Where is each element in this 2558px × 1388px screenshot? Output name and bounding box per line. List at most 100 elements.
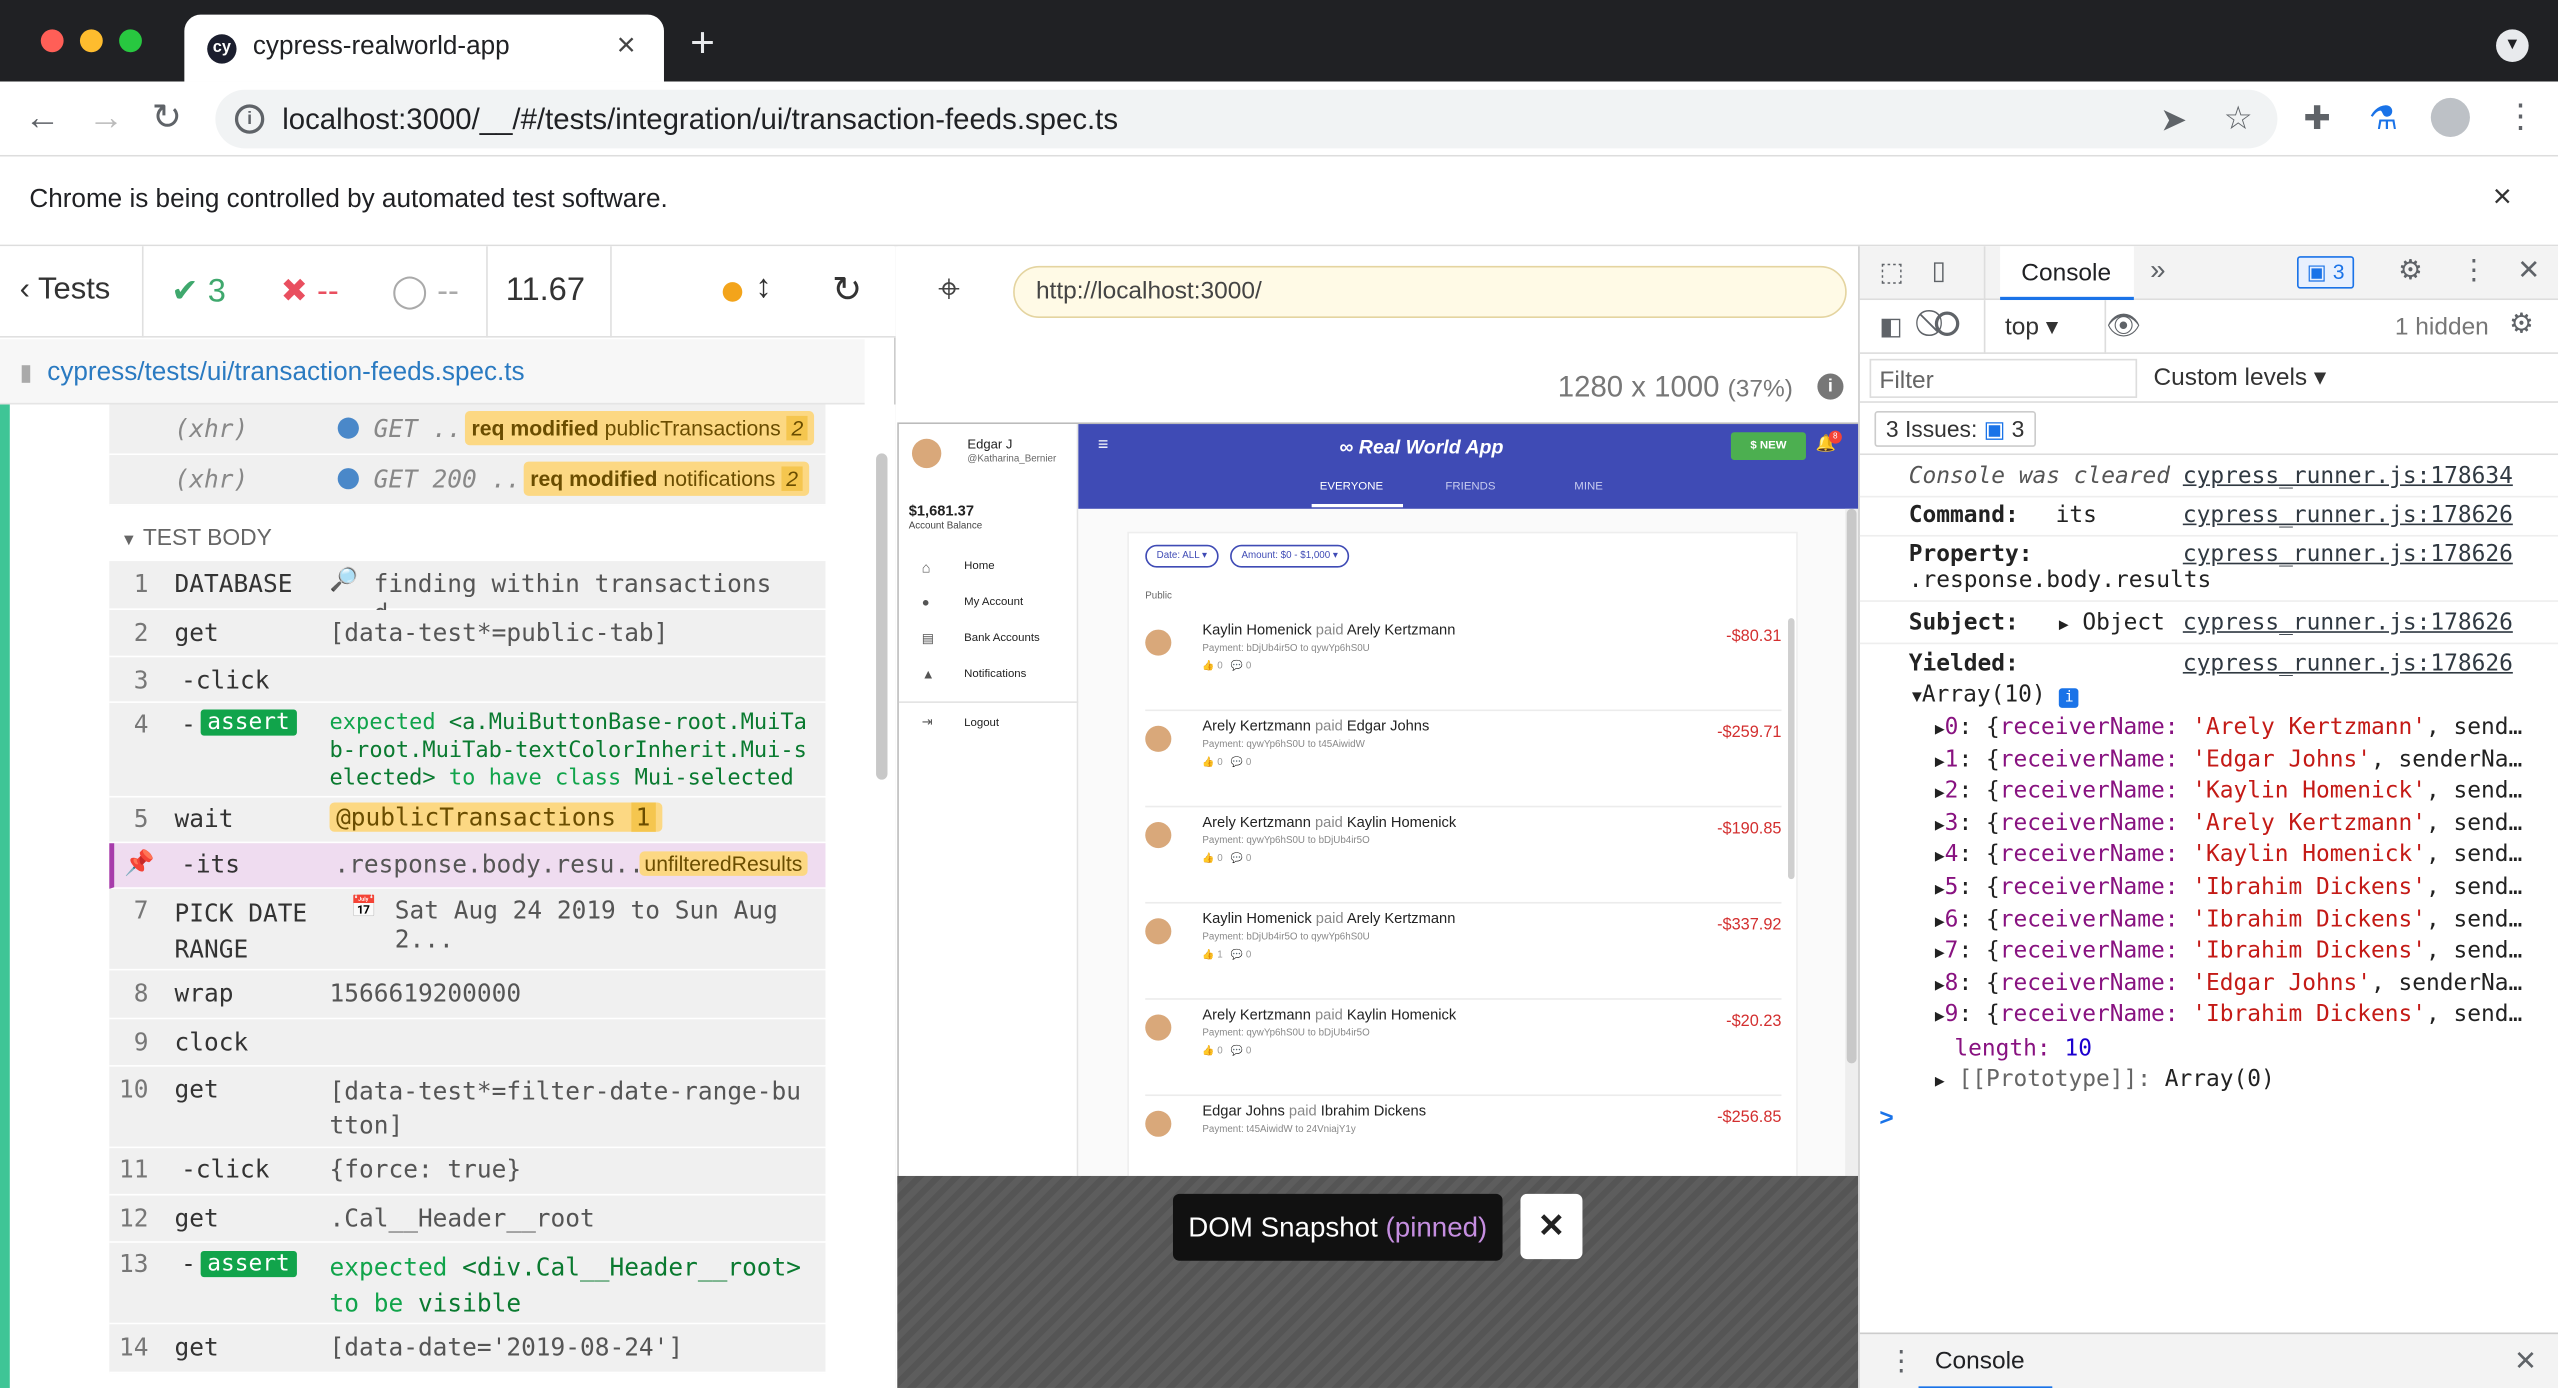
drawer-console-tab[interactable]: Console (1918, 1334, 2053, 1388)
transaction-item[interactable]: Arely Kertzmann paid Kaylin Homenick Paym… (1145, 807, 1782, 904)
transaction-item[interactable]: Arely Kertzmann paid Kaylin Homenick Paym… (1145, 1000, 1782, 1097)
source-link[interactable]: cypress_runner.js:178634 (2183, 463, 2513, 489)
list-scrollbar[interactable] (1788, 618, 1795, 880)
command-row[interactable]: 11 -click {force: true} (109, 1148, 826, 1196)
rerun-icon[interactable]: ↻ (832, 269, 862, 311)
array-toggle[interactable]: ▼Array(10) i (1912, 682, 2079, 708)
comment-icon[interactable]: 💬 (1231, 758, 1243, 768)
like-icon[interactable]: 👍 (1202, 951, 1214, 961)
like-icon[interactable]: 👍 (1202, 758, 1214, 768)
site-info-icon[interactable]: i (234, 104, 265, 134)
context-selector[interactable]: top ▾ (2005, 312, 2058, 341)
source-link[interactable]: cypress_runner.js:178626 (2183, 610, 2513, 636)
tests-button[interactable]: ‹ Tests (20, 272, 111, 308)
profile-avatar-icon[interactable] (2430, 97, 2470, 138)
selector-playground-icon[interactable]: ⌖ (938, 267, 960, 313)
command-row[interactable]: 4 - assert expected <a.MuiButtonBase-roo… (109, 702, 826, 798)
amount-filter-chip[interactable]: Amount: $0 - $1,000 ▾ (1230, 544, 1350, 568)
array-item[interactable]: ▶3: {receiverName: 'Arely Kertzmann', se… (1935, 810, 2522, 836)
infobar-close-icon[interactable]: × (2493, 179, 2512, 217)
close-devtools-icon[interactable]: ✕ (2517, 254, 2540, 287)
reporter-scrollbar[interactable] (876, 453, 888, 780)
issues-button[interactable]: 3 Issues: ▣ 3 (1874, 411, 2036, 447)
array-item[interactable]: ▶1: {receiverName: 'Edgar Johns', sender… (1935, 746, 2522, 772)
device-toolbar-icon[interactable]: ▯ (1932, 254, 1946, 287)
filter-input[interactable]: Filter (1869, 358, 2138, 398)
browser-tab[interactable]: cy cypress-realworld-app × (184, 14, 664, 82)
comment-icon[interactable]: 💬 (1231, 951, 1243, 961)
xhr-row[interactable]: (xhr) GET ... req modified publicTransac… (109, 404, 826, 456)
command-row[interactable]: 2 get [data-test*=public-tab] (109, 609, 826, 658)
transaction-item[interactable]: Kaylin Homenick paid Arely Kertzmann Paym… (1145, 904, 1782, 1000)
bookmark-star-icon[interactable]: ☆ (2224, 98, 2253, 139)
nav-notifications[interactable]: Notifications (964, 669, 1026, 680)
xhr-row[interactable]: (xhr) GET 200 ... req modified notificat… (109, 455, 826, 506)
drawer-menu-icon[interactable]: ⋮ (1888, 1346, 1916, 1379)
nav-home[interactable]: Home (964, 561, 994, 572)
nav-logout[interactable]: Logout (964, 718, 999, 729)
maximize-window-button[interactable] (119, 29, 142, 53)
tab-friends[interactable]: FRIENDS (1445, 481, 1495, 492)
array-item[interactable]: ▶8: {receiverName: 'Edgar Johns', sender… (1935, 970, 2522, 996)
back-icon[interactable]: ← (24, 97, 60, 137)
new-transaction-button[interactable]: $ NEW (1730, 432, 1806, 460)
source-link[interactable]: cypress_runner.js:178626 (2183, 651, 2513, 677)
command-row[interactable]: 12 get .Cal__Header__root (109, 1195, 826, 1243)
menu-icon[interactable]: ≡ (1098, 435, 1108, 455)
devtools-menu-icon[interactable]: ⋮ (2460, 254, 2488, 287)
aut-url-input[interactable]: http://localhost:3000/ (1013, 265, 1847, 319)
prototype-row[interactable]: ▶ [[Prototype]]: Array(0) (1935, 1067, 2275, 1093)
tab-everyone[interactable]: EVERYONE (1320, 481, 1383, 492)
viewport-info-icon[interactable]: i (1817, 373, 1844, 400)
lab-icon[interactable]: ⚗ (2369, 98, 2398, 139)
test-body-toggle[interactable]: ▼ TEST BODY (121, 524, 272, 550)
command-row[interactable]: 5 wait @publicTransactions 1 (109, 797, 826, 844)
command-row-pinned[interactable]: 📌 -its .response.body.resu... unfiltered… (109, 843, 826, 889)
comment-icon[interactable]: 💬 (1231, 1047, 1243, 1057)
transaction-item[interactable]: Arely Kertzmann paid Edgar Johns Payment:… (1145, 711, 1782, 808)
console-value[interactable]: ▶ Object (2059, 610, 2165, 636)
sidebar-toggle-icon[interactable]: ◧ (1879, 312, 1902, 341)
minimize-window-button[interactable] (79, 29, 103, 53)
array-item[interactable]: ▶9: {receiverName: 'Ibrahim Dickens', se… (1935, 1002, 2522, 1028)
settings-gear-icon[interactable]: ⚙ (2398, 254, 2423, 287)
more-tabs-icon[interactable]: » (2150, 254, 2165, 287)
source-link[interactable]: cypress_runner.js:178626 (2183, 502, 2513, 528)
console-settings-icon[interactable]: ⚙ (2509, 308, 2534, 341)
command-row[interactable]: 13 - assert expected <div.Cal__Header__r… (109, 1242, 826, 1325)
url-text[interactable]: localhost:3000/__/#/tests/integration/ui… (282, 103, 1118, 137)
array-item[interactable]: ▶6: {receiverName: 'Ibrahim Dickens', se… (1935, 906, 2522, 932)
address-bar[interactable]: i localhost:3000/__/#/tests/integration/… (215, 89, 2278, 149)
command-row[interactable]: 14 get [data-date='2019-08-24'] (109, 1324, 826, 1374)
tab-mine[interactable]: MINE (1574, 481, 1603, 492)
issues-counter[interactable]: ▣ 3 (2297, 256, 2355, 289)
live-expression-eye-icon[interactable]: 👁 (2106, 310, 2141, 343)
close-window-button[interactable] (40, 29, 64, 53)
array-item[interactable]: ▶4: {receiverName: 'Kaylin Homenick', se… (1935, 842, 2522, 868)
page-scrollbar[interactable] (1846, 508, 1857, 1064)
chrome-menu-icon[interactable]: ⋮ (2504, 96, 2537, 137)
close-drawer-icon[interactable]: ✕ (2514, 1346, 2537, 1379)
command-row[interactable]: 7 PICK DATE RANGE 📅 Sat Aug 24 2019 to S… (109, 888, 826, 971)
send-icon[interactable]: ➤ (2160, 99, 2187, 140)
command-row[interactable]: 3 -click (109, 657, 826, 703)
console-prompt[interactable]: > (1879, 1104, 1893, 1132)
new-tab-icon[interactable]: + (690, 21, 715, 63)
close-tab-icon[interactable]: × (617, 28, 636, 66)
log-levels-dropdown[interactable]: Custom levels ▾ (2153, 362, 2326, 392)
autoscroll-icon[interactable]: ↕ (755, 269, 771, 307)
command-row[interactable]: 8 wrap 1566619200000 (109, 970, 826, 1020)
reload-icon[interactable]: ↻ (152, 97, 182, 137)
like-icon[interactable]: 👍 (1202, 662, 1214, 672)
array-item[interactable]: ▶2: {receiverName: 'Kaylin Homenick', se… (1935, 778, 2522, 804)
date-filter-chip[interactable]: Date: ALL ▾ (1145, 544, 1219, 568)
array-item[interactable]: ▶7: {receiverName: 'Ibrahim Dickens', se… (1935, 938, 2522, 964)
like-icon[interactable]: 👍 (1202, 855, 1214, 865)
like-icon[interactable]: 👍 (1202, 1047, 1214, 1057)
console-tab[interactable]: Console (2000, 246, 2134, 301)
tab-search-icon[interactable]: ▼ (2496, 29, 2529, 62)
array-item[interactable]: ▶5: {receiverName: 'Ibrahim Dickens', se… (1935, 874, 2522, 900)
nav-my-account[interactable]: My Account (964, 597, 1023, 608)
extensions-icon[interactable]: ✚ (2304, 98, 2331, 139)
nav-bank-accounts[interactable]: Bank Accounts (964, 633, 1040, 644)
